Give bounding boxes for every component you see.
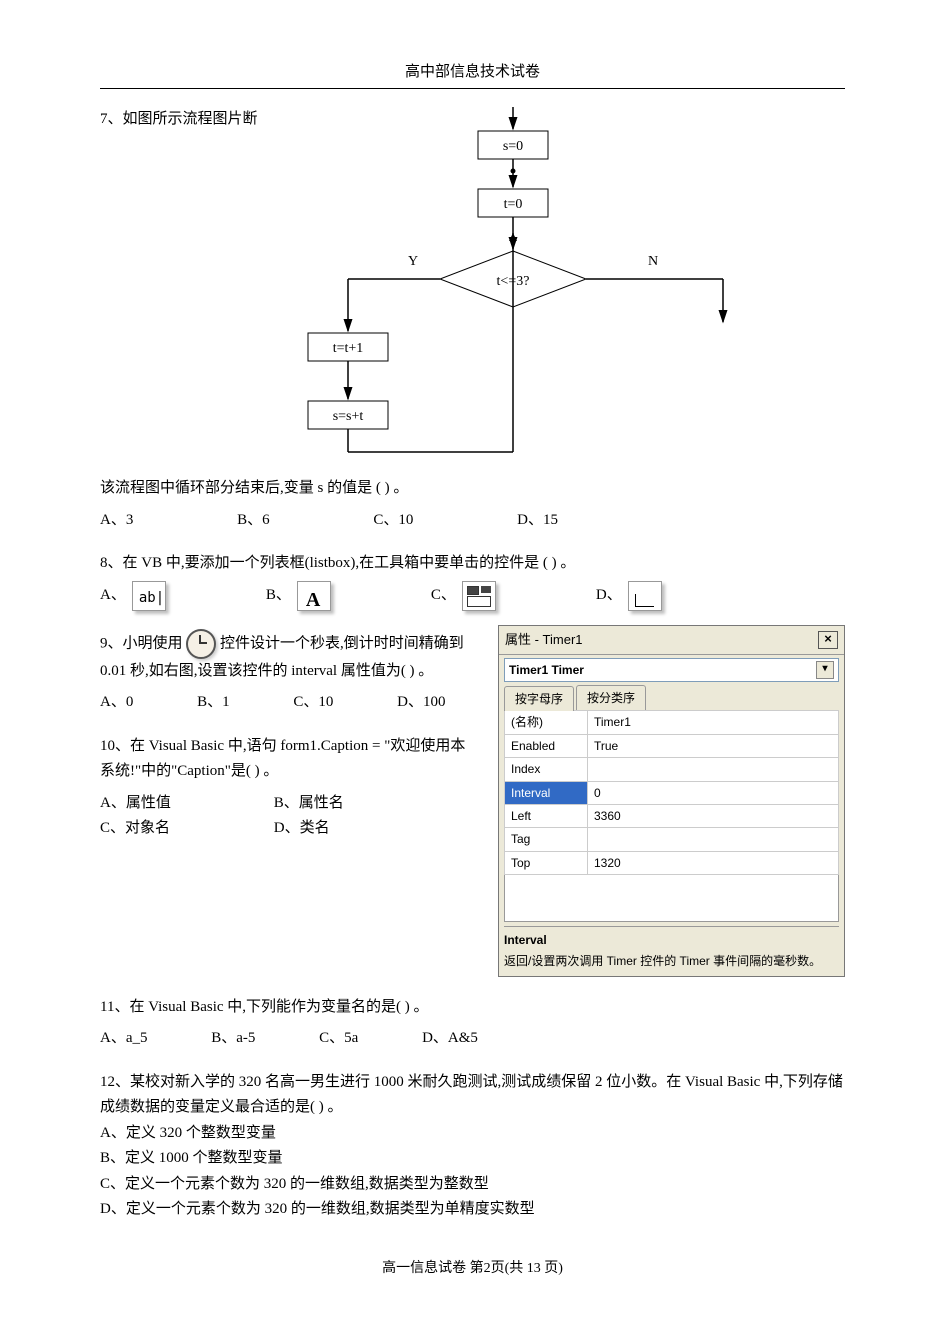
object-dropdown-label: Timer1 Timer — [509, 660, 584, 680]
q11-stem: 11、在 Visual Basic 中,下列能作为变量名的是( ) 。 — [100, 995, 845, 1021]
q9-opt-c: C、10 — [293, 690, 333, 716]
q12-opt-c: C、定义一个元素个数为 320 的一维数组,数据类型为整数型 — [100, 1172, 845, 1198]
q8-stem: 8、在 VB 中,要添加一个列表框(listbox),在工具箱中要单击的控件是 … — [100, 551, 845, 577]
q11-opt-c: C、5a — [319, 1026, 358, 1052]
q7-tail: 该流程图中循环部分结束后,变量 s 的值是 ( ) 。 — [100, 476, 845, 502]
q10-opt-d: D、类名 — [274, 816, 330, 842]
page-footer: 高一信息试卷 第2页(共 13 页) — [100, 1257, 845, 1281]
table-row: Interval0 — [505, 781, 839, 804]
q9-options: A、0 B、1 C、10 D、100 — [100, 690, 480, 716]
properties-window: 属性 - Timer1 × Timer1 Timer ▾ 按字母序 按分类序 (… — [498, 625, 845, 977]
q7-opt-b: B、6 — [237, 508, 270, 534]
table-row: Left3360 — [505, 804, 839, 827]
label-a-icon — [297, 581, 331, 611]
q9-pre: 9、小明使用 — [100, 635, 183, 651]
properties-title: 属性 - Timer1 — [505, 629, 583, 651]
q7-opt-d: D、15 — [517, 508, 558, 534]
q7-opt-c: C、10 — [373, 508, 413, 534]
desc-body: 返回/设置两次调用 Timer 控件的 Timer 事件间隔的毫秒数。 — [504, 951, 839, 971]
table-row: Index — [505, 758, 839, 781]
q11-opt-a: A、a_5 — [100, 1026, 148, 1052]
q12-opt-d: D、定义一个元素个数为 320 的一维数组,数据类型为单精度实数型 — [100, 1197, 845, 1223]
properties-empty-area — [504, 875, 839, 922]
q7-opt-a: A、3 — [100, 508, 133, 534]
table-row: (名称)Timer1 — [505, 711, 839, 734]
q7-options: A、3 B、6 C、10 D、15 — [100, 508, 845, 534]
tab-alpha[interactable]: 按字母序 — [504, 686, 574, 711]
table-row: EnabledTrue — [505, 734, 839, 757]
q10-stem: 10、在 Visual Basic 中,语句 form1.Caption = "… — [100, 734, 480, 785]
properties-description: Interval 返回/设置两次调用 Timer 控件的 Timer 事件间隔的… — [504, 926, 839, 971]
listbox-icon — [462, 581, 496, 611]
q10-opt-a: A、属性值 — [100, 791, 270, 817]
q9-opt-b: B、1 — [197, 690, 230, 716]
flow-n-label: N — [648, 254, 658, 269]
q8-opt-d: D、 — [596, 583, 622, 609]
q9-opt-a: A、0 — [100, 690, 133, 716]
flow-box-t0: t=0 — [503, 197, 522, 212]
object-dropdown[interactable]: Timer1 Timer ▾ — [504, 658, 839, 682]
flow-y-label: Y — [408, 254, 418, 269]
table-row: Tag — [505, 828, 839, 851]
page-title: 高中部信息技术试卷 — [100, 60, 845, 86]
q8-options: A、 B、 C、 D、 — [100, 581, 845, 611]
desc-title: Interval — [504, 930, 839, 950]
timer-icon — [186, 629, 216, 659]
q11-opt-d: D、A&5 — [422, 1026, 478, 1052]
shape-icon — [628, 581, 662, 611]
q7-stem: 7、如图所示流程图片断 — [100, 107, 258, 133]
q11-opt-b: B、a-5 — [211, 1026, 255, 1052]
q8-opt-b: B、 — [266, 583, 291, 609]
q11-options: A、a_5 B、a-5 C、5a D、A&5 — [100, 1026, 845, 1052]
textbox-icon — [132, 581, 166, 611]
properties-titlebar: 属性 - Timer1 × — [499, 626, 844, 655]
flow-box-s0: s=0 — [502, 139, 522, 154]
q12-opt-a: A、定义 320 个整数型变量 — [100, 1121, 845, 1147]
q8-opt-c: C、 — [431, 583, 456, 609]
q9-stem: 9、小明使用 控件设计一个秒表,倒计时时间精确到 0.01 秒,如右图,设置该控… — [100, 629, 480, 685]
title-underline — [100, 88, 845, 89]
q10-opt-b: B、属性名 — [274, 791, 344, 817]
flowchart-svg: s=0 t=0 t<=3? Y t=t+1 s=s+t — [288, 107, 748, 467]
q7-flowchart: s=0 t=0 t<=3? Y t=t+1 s=s+t — [288, 107, 748, 477]
flow-box-inc: t=t+1 — [332, 341, 363, 356]
flow-box-sum: s=s+t — [332, 409, 363, 424]
q10-options: A、属性值 B、属性名 C、对象名 D、类名 — [100, 791, 480, 842]
properties-table: (名称)Timer1 EnabledTrue Index Interval0 L… — [504, 710, 839, 875]
close-icon[interactable]: × — [818, 631, 838, 649]
q12-opt-b: B、定义 1000 个整数型变量 — [100, 1146, 845, 1172]
chevron-down-icon: ▾ — [816, 661, 834, 679]
q8-opt-a: A、 — [100, 583, 126, 609]
q12-stem: 12、某校对新入学的 320 名高一男生进行 1000 米耐久跑测试,测试成绩保… — [100, 1070, 845, 1121]
tab-category[interactable]: 按分类序 — [576, 685, 646, 710]
q9-opt-d: D、100 — [397, 690, 445, 716]
q10-opt-c: C、对象名 — [100, 816, 270, 842]
q7-row: 7、如图所示流程图片断 s=0 t=0 t<=3? Y — [100, 107, 845, 477]
table-row: Top1320 — [505, 851, 839, 874]
